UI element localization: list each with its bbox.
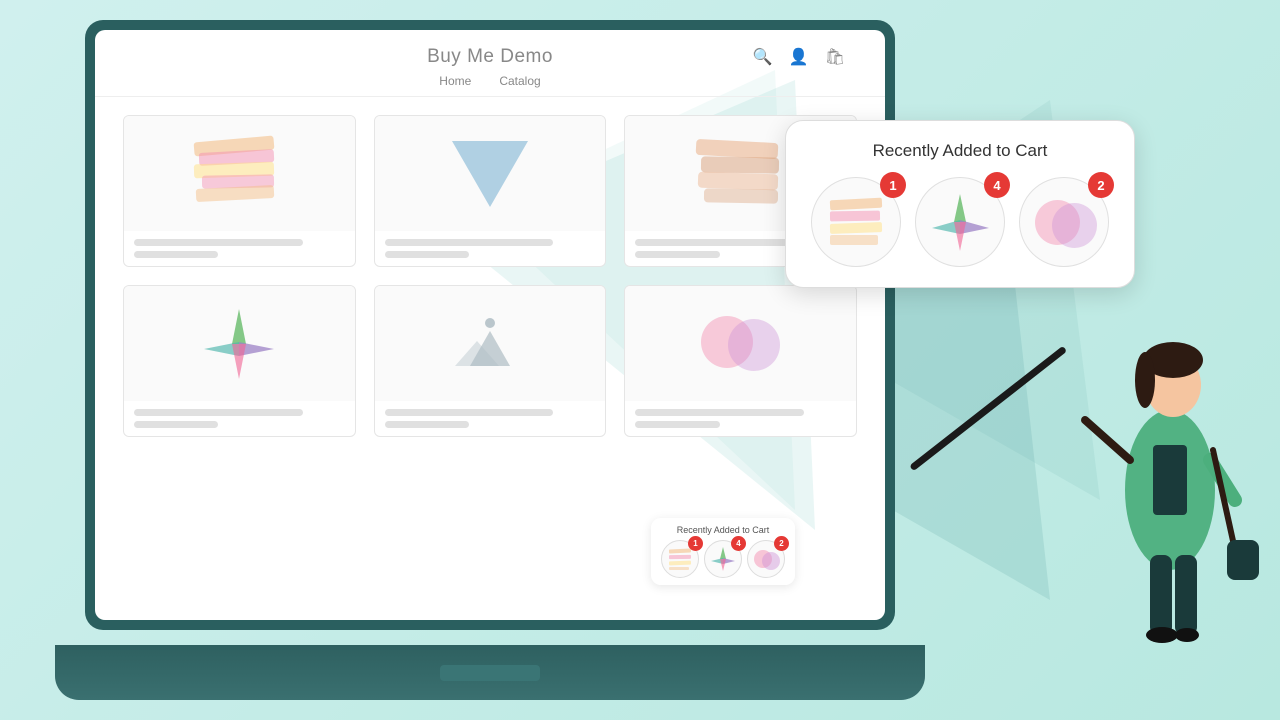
mountain-svg <box>455 311 525 376</box>
cart-popup-small: Recently Added to Cart 1 <box>651 518 795 585</box>
cart-large-badge-1: 1 <box>880 172 906 198</box>
product-image-5 <box>375 286 606 401</box>
cart-small-badge-1: 1 <box>688 536 703 551</box>
person-illustration <box>1065 250 1275 680</box>
star-compass-svg <box>199 304 279 384</box>
person-svg <box>1065 250 1275 680</box>
cart-small-item-2: 4 <box>704 540 742 578</box>
product-info-5 <box>375 401 606 436</box>
cart-small-items: 1 4 <box>661 540 785 578</box>
cart-small-badge-3: 2 <box>774 536 789 551</box>
cart-popup-small-title: Recently Added to Cart <box>661 525 785 535</box>
cart-large-item-3: 2 <box>1019 177 1109 267</box>
product-info-6 <box>625 401 856 436</box>
laptop-screen: Buy Me Demo 🔍 👤 🛍 Home Catalog <box>95 30 885 620</box>
product-card-1[interactable] <box>123 115 356 267</box>
laptop-trackpad <box>440 665 540 681</box>
laptop-base <box>55 645 925 700</box>
product-card-5[interactable] <box>374 285 607 437</box>
cart-popup-large-title: Recently Added to Cart <box>808 141 1112 161</box>
product-image-4 <box>124 286 355 401</box>
cart-large-badge-3: 2 <box>1088 172 1114 198</box>
site-nav: Home Catalog <box>439 74 540 88</box>
cart-popup-large: Recently Added to Cart 1 <box>785 120 1135 288</box>
product-card-4[interactable] <box>123 285 356 437</box>
site-header: Buy Me Demo 🔍 👤 🛍 Home Catalog <box>95 30 885 97</box>
product-image-2 <box>375 116 606 231</box>
cart-icon[interactable]: 🛍 <box>825 47 845 67</box>
cart-small-badge-2: 4 <box>731 536 746 551</box>
product-image-6 <box>625 286 856 401</box>
search-icon[interactable]: 🔍 <box>753 47 773 67</box>
cart-small-item-1: 1 <box>661 540 699 578</box>
cart-small-item-3: 2 <box>747 540 785 578</box>
nav-home[interactable]: Home <box>439 74 471 88</box>
cart-large-item-1: 1 <box>811 177 901 267</box>
product-card-6[interactable] <box>624 285 857 437</box>
nav-catalog[interactable]: Catalog <box>499 74 540 88</box>
pointer-stick <box>909 346 1067 472</box>
product-card-2[interactable] <box>374 115 607 267</box>
page-wrapper: Buy Me Demo 🔍 👤 🛍 Home Catalog <box>0 0 1280 720</box>
cart-large-badge-2: 4 <box>984 172 1010 198</box>
laptop-screen-frame: Buy Me Demo 🔍 👤 🛍 Home Catalog <box>85 20 895 630</box>
header-icons: 🔍 👤 🛍 <box>753 47 845 67</box>
user-icon[interactable]: 👤 <box>789 47 809 67</box>
product-grid <box>95 97 885 455</box>
product-image-1 <box>124 116 355 231</box>
product-info-1 <box>124 231 355 266</box>
product-info-2 <box>375 231 606 266</box>
cart-large-item-2: 4 <box>915 177 1005 267</box>
cart-large-items: 1 4 2 <box>808 177 1112 267</box>
product-info-4 <box>124 401 355 436</box>
site-title: Buy Me Demo <box>427 46 553 68</box>
